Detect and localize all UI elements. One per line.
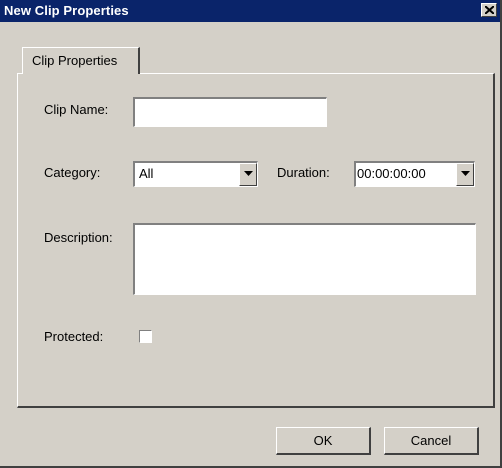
window-title: New Clip Properties	[4, 3, 129, 18]
cancel-button[interactable]: Cancel	[384, 427, 479, 455]
duration-value: 00:00:00:00	[357, 166, 426, 181]
close-button[interactable]	[481, 3, 497, 17]
description-textarea[interactable]	[133, 223, 476, 295]
clip-name-input[interactable]	[133, 97, 327, 127]
duration-label: Duration:	[277, 165, 330, 180]
ok-button[interactable]: OK	[276, 427, 371, 455]
duration-dropdown-button[interactable]	[456, 163, 474, 186]
protected-checkbox[interactable]	[139, 330, 152, 343]
duration-select[interactable]: 00:00:00:00	[354, 161, 475, 187]
title-bar[interactable]: New Clip Properties	[0, 0, 500, 22]
protected-label: Protected:	[44, 329, 104, 344]
category-select[interactable]: All	[133, 161, 258, 187]
tab-label: Clip Properties	[32, 53, 118, 68]
category-label: Category:	[44, 165, 101, 180]
description-label: Description:	[44, 230, 113, 245]
tab-clip-properties[interactable]: Clip Properties	[22, 47, 140, 74]
close-icon	[485, 6, 494, 14]
category-dropdown-button[interactable]	[239, 163, 257, 186]
chevron-down-icon	[244, 171, 253, 176]
clip-properties-dialog: New Clip Properties Clip Properties Clip…	[0, 0, 502, 468]
chevron-down-icon	[461, 171, 470, 176]
clip-name-label: Clip Name:	[44, 102, 109, 117]
category-value: All	[139, 166, 154, 181]
